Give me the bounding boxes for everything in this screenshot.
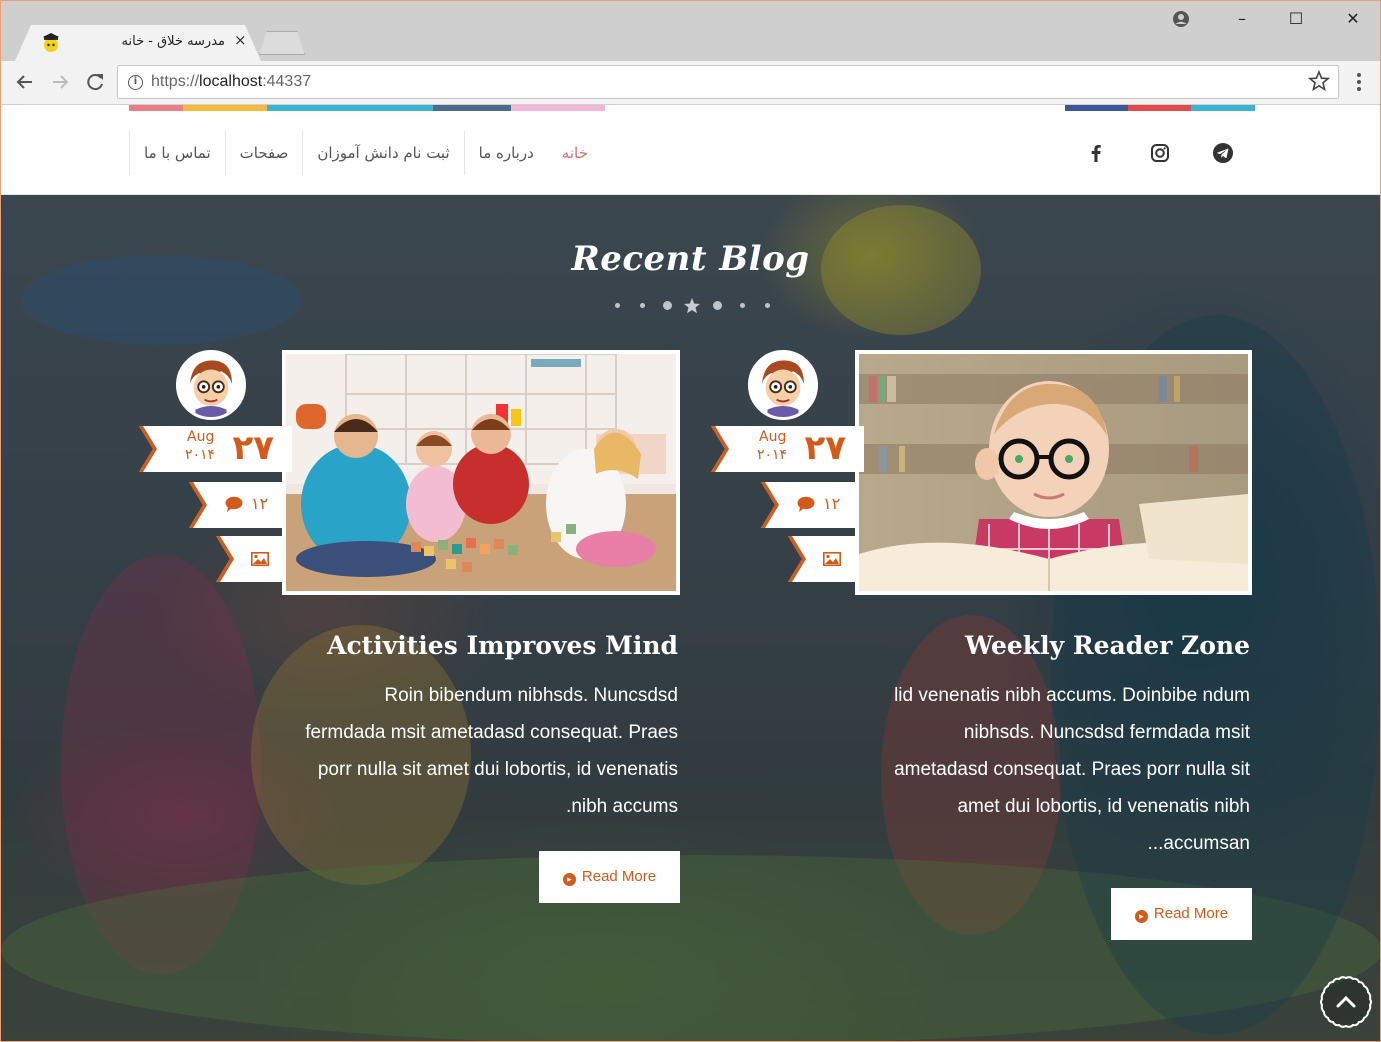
post-date-month: Aug [759,429,787,445]
bookmark-star-icon[interactable] [1308,70,1330,92]
star-divider-icon [684,298,700,314]
menu-dots-icon[interactable] [1351,69,1367,95]
menu-item-register[interactable]: ثبت نام دانش آموزان [302,131,463,175]
baby-reading-image [859,354,1248,591]
post-date-flag: ۲۷ Aug ۲۰۱۴ [711,426,864,472]
forward-arrow-icon[interactable] [47,69,73,95]
read-more-label: Read More [581,868,657,885]
tab-title: مدرسه خلاق - خانه [121,34,225,49]
excerpt-line: porr nulla sit amet dui lobortis, id ven… [317,759,678,780]
comment-icon [797,496,815,512]
browser-titlebar: مدرسه خلاق - خانه × – ☐ ✕ [1,1,1380,61]
main-menu: تماس با ما صفحات ثبت نام دانش آموزان درب… [129,131,602,175]
menu-item-pages[interactable]: صفحات [224,131,303,175]
arrow-circle-icon: ▸ [1134,910,1148,923]
favicon-icon [43,33,59,52]
new-tab-button[interactable] [259,31,305,55]
facebook-icon[interactable] [1084,141,1108,165]
menu-item-home[interactable]: خانه [548,131,602,175]
excerpt-line: nibhsds. Nuncsdsd fermdada msit [963,722,1250,743]
menu-item-contact[interactable]: تماس با ما [129,131,225,175]
read-more-button[interactable]: ▸ Read More [539,851,680,903]
excerpt-line: ametadasd consequat. Praes porr nulla si… [894,759,1250,780]
telegram-icon[interactable] [1211,141,1235,165]
section-title: Recent Blog [571,239,810,279]
maximize-button[interactable]: ☐ [1284,9,1308,28]
instagram-icon[interactable] [1148,141,1172,165]
reload-icon[interactable] [82,69,108,95]
title-divider-dots [605,297,785,314]
comment-icon [225,496,243,512]
profile-icon[interactable] [1172,10,1190,28]
excerpt-line: accumsan... [1147,833,1250,854]
address-bar[interactable]: i https://localhost:44337 [117,65,1339,99]
post-photo-kids-blocks[interactable] [282,350,680,595]
post-date-flag: ۲۷ Aug ۲۰۱۴ [139,426,292,472]
close-window-button[interactable]: ✕ [1341,9,1365,28]
info-icon[interactable]: i [128,75,143,90]
read-more-button[interactable]: ▸ Read More [1111,888,1252,940]
browser-window: مدرسه خلاق - خانه × – ☐ ✕ i https://loca… [0,0,1381,1042]
url-text[interactable]: https://localhost:44337 [151,73,311,91]
post-date-year: ۲۰۱۴ [757,447,788,463]
recent-blog-section: Recent Blog ۲۷ Aug ۲۰۱۴ ۱۲ Activities Im… [1,195,1380,1041]
kids-playing-image [286,354,676,591]
back-arrow-icon[interactable] [12,69,38,95]
post-date-day: ۲۷ [232,428,274,468]
post-date-year: ۲۰۱۴ [185,447,216,463]
author-avatar[interactable] [748,350,818,420]
tab-close-icon[interactable]: × [234,31,247,49]
browser-tab[interactable]: مدرسه خلاق - خانه × [15,25,261,61]
excerpt-line: amet dui lobortis, id venenatis nibh [957,796,1250,817]
post-excerpt: Roin bibendum nibhsds. Nuncsdsd fermdada… [258,677,678,825]
excerpt-line: fermdada msit ametadasd consequat. Praes [305,722,678,743]
excerpt-line: Roin bibendum nibhsds. Nuncsdsd [384,685,678,706]
post-title[interactable]: Weekly Reader Zone [965,631,1250,660]
image-format-icon [823,552,841,566]
browser-toolbar: i https://localhost:44337 [1,61,1380,105]
url-host: localhost [199,73,263,90]
arrow-circle-icon: ▸ [562,873,576,886]
post-date-day: ۲۷ [804,428,846,468]
minimize-button[interactable]: – [1230,9,1254,28]
site-header: تماس با ما صفحات ثبت نام دانش آموزان درب… [1,111,1380,195]
post-date-month: Aug [187,429,215,445]
post-photo-baby-reading[interactable] [855,350,1252,595]
menu-item-about[interactable]: درباره ما [463,131,548,175]
excerpt-line: nibh accums. [566,796,678,817]
author-avatar[interactable] [176,350,246,420]
read-more-label: Read More [1153,905,1229,922]
url-port: :44337 [262,73,312,90]
url-scheme: https:// [151,73,200,90]
post-excerpt: lid venenatis nibh accums. Doinbibe ndum… [830,677,1250,862]
image-format-icon [251,552,269,566]
comments-count: ۱۲ [251,494,269,513]
post-title[interactable]: Activities Improves Mind [327,631,678,660]
back-to-top-button[interactable] [1319,975,1373,1029]
excerpt-line: lid venenatis nibh accums. Doinbibe ndum [894,685,1250,706]
comments-count: ۱۲ [823,494,841,513]
